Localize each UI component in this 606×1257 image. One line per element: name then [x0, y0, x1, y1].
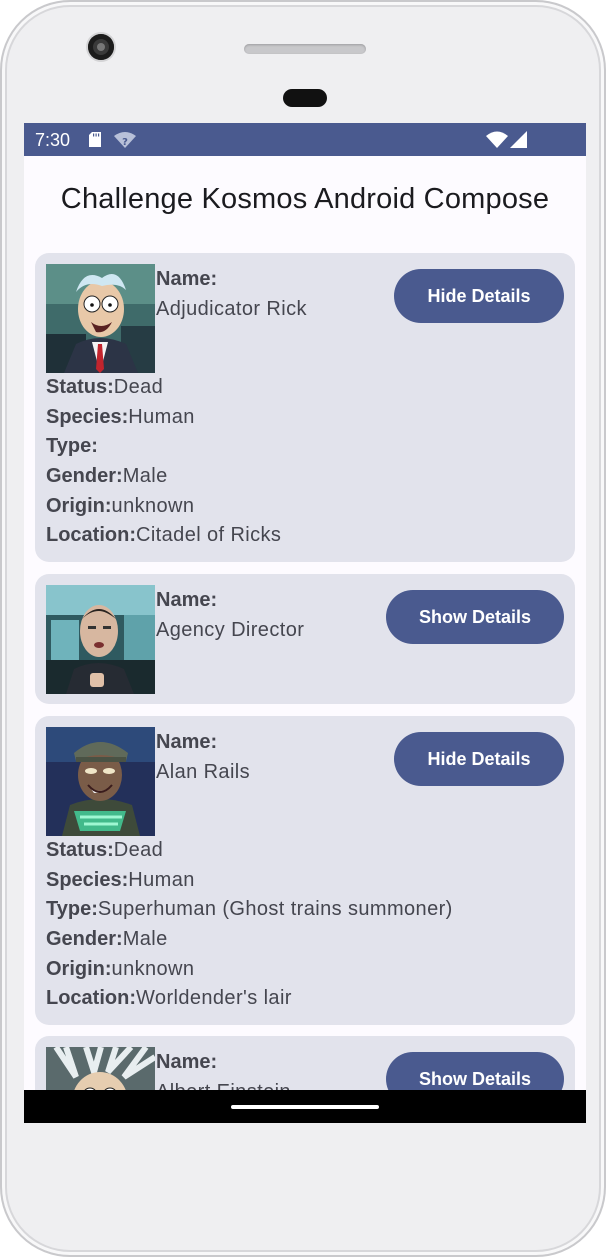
species-row: Species:Human	[46, 405, 195, 428]
character-card: Name: Adjudicator Rick Hide Details Stat…	[35, 253, 575, 562]
name-label: Name:	[156, 1051, 218, 1073]
character-name: Alan Rails	[156, 761, 251, 783]
character-details: Status:Dead Species:Human Type: Gender:M…	[46, 376, 281, 554]
hide-details-button[interactable]: Hide Details	[394, 269, 564, 323]
name-label: Name:	[156, 731, 218, 753]
character-name: Agency Director	[156, 619, 305, 641]
gender-row: Gender:Male	[46, 465, 168, 488]
name-label: Name:	[156, 268, 218, 290]
wifi-unknown-icon: ?	[114, 132, 136, 148]
character-avatar	[46, 585, 155, 694]
character-card: Name: Alan Rails Hide Details Status:Dea…	[35, 716, 575, 1025]
svg-text:?: ?	[122, 137, 128, 148]
status-row: Status:Dead	[46, 376, 164, 398]
character-details: Status:Dead Species:Human Type:Superhuma…	[46, 839, 453, 1017]
character-avatar	[46, 727, 155, 836]
earpiece-speaker	[244, 44, 366, 54]
status-bar: 7:30 ?	[24, 123, 586, 156]
species-row: Species:Human	[46, 868, 195, 891]
character-name: Adjudicator Rick	[156, 298, 307, 320]
device-screen: 7:30 ? Challenge Kosmos Android Compose	[24, 123, 586, 1123]
wifi-icon	[486, 131, 508, 148]
navigation-bar	[24, 1090, 586, 1123]
front-camera	[88, 34, 114, 60]
character-avatar	[46, 264, 155, 373]
status-time: 7:30	[35, 130, 71, 150]
type-row: Type:	[46, 435, 98, 458]
location-row: Location:Citadel of Ricks	[46, 524, 282, 547]
app-title: Challenge Kosmos Android Compose	[60, 183, 550, 215]
cellular-signal-icon	[510, 131, 527, 148]
origin-row: Origin:unknown	[46, 494, 195, 517]
phone-frame: 7:30 ? Challenge Kosmos Android Compose	[0, 0, 606, 1257]
type-row: Type:Superhuman (Ghost trains summoner)	[46, 898, 453, 921]
show-details-button[interactable]: Show Details	[386, 590, 564, 644]
hide-details-button[interactable]: Hide Details	[394, 732, 564, 786]
proximity-sensor	[283, 89, 327, 107]
location-row: Location:Worldender's lair	[46, 987, 292, 1010]
name-label: Name:	[156, 589, 218, 611]
gender-row: Gender:Male	[46, 928, 168, 951]
status-row: Status:Dead	[46, 839, 164, 861]
home-gesture-handle[interactable]	[231, 1105, 379, 1109]
sd-card-icon	[89, 132, 101, 147]
character-card: Name: Agency Director Show Details	[35, 574, 575, 704]
origin-row: Origin:unknown	[46, 957, 195, 980]
